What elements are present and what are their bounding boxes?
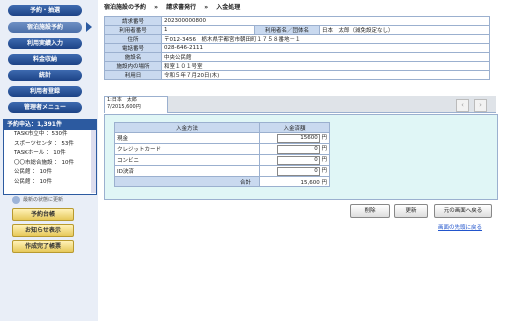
yen-unit: 円 — [321, 146, 327, 152]
payment-table: 入金方法 入金済額 現金 15600 円 クレジットカード 0 円 コンビニ 0… — [114, 122, 330, 187]
table-row: クレジットカード 0 円 — [114, 143, 330, 155]
table-row: コンビニ 0 円 — [114, 154, 330, 166]
panel-title: 予約申込：1,391件 — [4, 120, 96, 130]
method-cell: コンビニ — [114, 154, 260, 166]
nav-fee-collection[interactable]: 料金収納 — [8, 54, 82, 65]
list-item[interactable]: スポーツセンタ ： 53件 — [4, 140, 96, 150]
refresh-icon — [12, 196, 20, 204]
date-value: 令和５年７月20日(木) — [161, 70, 490, 80]
refresh-label: 最新の状態に更新 — [23, 197, 64, 203]
method-cell: ID決済 — [114, 165, 260, 177]
delete-button[interactable]: 削除 — [350, 204, 390, 218]
prev-arrow-icon[interactable]: ‹ — [456, 99, 469, 112]
nav-user-registration[interactable]: 利用者登録 — [8, 86, 82, 97]
breadcrumb-item[interactable]: 請求書発行 — [166, 4, 196, 11]
reservation-count-panel: 予約申込：1,391件 TASK市立中 ：530件 スポーツセンタ ： 53件 … — [3, 119, 97, 195]
update-button[interactable]: 更新 — [394, 204, 428, 218]
list-item[interactable]: TASKホール ： 10件 — [4, 149, 96, 159]
breadcrumb-separator: » — [204, 4, 209, 11]
tab-line-1: 1:日本 太郎 — [107, 97, 137, 103]
address-label: 住所 — [104, 34, 162, 44]
sidebar: 予約・抽選 宿泊施設予約 利用実績入力 料金収納 統計 利用者登録 管理者メニュ… — [0, 0, 98, 321]
user-no-value: 1 — [161, 25, 255, 35]
amount-input[interactable]: 0 — [276, 145, 320, 154]
total-value: 15,600 円 — [259, 176, 330, 187]
current-nav-arrow-icon — [86, 22, 92, 32]
breadcrumb-current: 入金処理 — [216, 4, 241, 11]
amount-header: 入金済額 — [259, 122, 330, 133]
refresh-link[interactable]: 最新の状態に更新 — [12, 195, 92, 205]
table-row: 合計 15,600 円 — [114, 176, 330, 187]
yen-unit: 円 — [321, 157, 327, 163]
method-cell: クレジットカード — [114, 143, 260, 155]
next-arrow-icon[interactable]: › — [474, 99, 487, 112]
user-name-value: 日本 太郎（減免設定なし） — [319, 25, 490, 35]
invoice-tab-bar: 1:日本 太郎 7/2015,600円 ‹ › — [104, 96, 496, 113]
invoice-no-value: 202300000800 — [161, 16, 490, 26]
phone-value: 028-646-2111 — [161, 43, 490, 53]
breadcrumb-separator: » — [154, 4, 158, 11]
invoice-info-table: 請求番号 202300000800 利用者番号 1 利用者名／団体名 日本 太郎… — [104, 16, 490, 80]
list-item[interactable]: TASK市立中 ：530件 — [4, 130, 96, 140]
tab-line-2: 7/2015,600円 — [107, 104, 141, 110]
payment-area: 入金方法 入金済額 現金 15600 円 クレジットカード 0 円 コンビニ 0… — [104, 114, 498, 200]
list-item[interactable]: 公民館 ： 10件 — [4, 168, 96, 178]
room-label: 施設内の場所 — [104, 61, 162, 71]
back-button[interactable]: 元の画面へ戻る — [434, 204, 492, 218]
table-row: ID決済 0 円 — [114, 165, 330, 177]
panel-scrollbar[interactable] — [91, 130, 96, 193]
nav-admin-menu[interactable]: 管理者メニュー — [8, 102, 82, 113]
amount-input[interactable]: 0 — [276, 156, 320, 165]
method-header: 入金方法 — [114, 122, 260, 133]
nav-usage-entry[interactable]: 利用実績入力 — [8, 38, 82, 49]
list-item[interactable]: 〇〇市総合施設 ： 10件 — [4, 159, 96, 169]
invoice-no-label: 請求番号 — [104, 16, 162, 26]
room-value: 和室１０１号室 — [161, 61, 490, 71]
user-name-label: 利用者名／団体名 — [254, 25, 320, 35]
nav-statistics[interactable]: 統計 — [8, 70, 82, 81]
date-label: 利用日 — [104, 70, 162, 80]
breadcrumb: 宿泊施設の予約 » 請求書発行 » 入金処理 — [104, 2, 246, 11]
list-item[interactable]: 公民館 ： 10件 — [4, 178, 96, 188]
address-value: 〒012-3456 栃木県宇都宮市朝田町１７５８番地－１ — [161, 34, 490, 44]
completed-forms-button[interactable]: 作成完了帳票 — [12, 240, 74, 253]
user-no-label: 利用者番号 — [104, 25, 162, 35]
breadcrumb-item[interactable]: 宿泊施設の予約 — [104, 4, 146, 11]
total-label: 合計 — [114, 176, 260, 187]
amount-input[interactable]: 15600 — [276, 134, 320, 143]
yen-unit: 円 — [321, 168, 327, 174]
facility-label: 施設名 — [104, 52, 162, 62]
back-to-top-link[interactable]: 画面の先頭に戻る — [438, 223, 482, 231]
nav-lodging-reservation[interactable]: 宿泊施設予約 — [8, 22, 82, 33]
table-row: 現金 15600 円 — [114, 132, 330, 144]
yen-unit: 円 — [321, 135, 327, 141]
amount-input[interactable]: 0 — [276, 167, 320, 176]
tab-invoice-1[interactable]: 1:日本 太郎 7/2015,600円 — [104, 96, 168, 113]
method-cell: 現金 — [114, 132, 260, 144]
facility-value: 中央公民館 — [161, 52, 490, 62]
nav-reservation-lottery[interactable]: 予約・抽選 — [8, 5, 82, 16]
phone-label: 電話番号 — [104, 43, 162, 53]
reservation-ledger-button[interactable]: 予約台帳 — [12, 208, 74, 221]
notice-button[interactable]: お知らせ表示 — [12, 224, 74, 237]
